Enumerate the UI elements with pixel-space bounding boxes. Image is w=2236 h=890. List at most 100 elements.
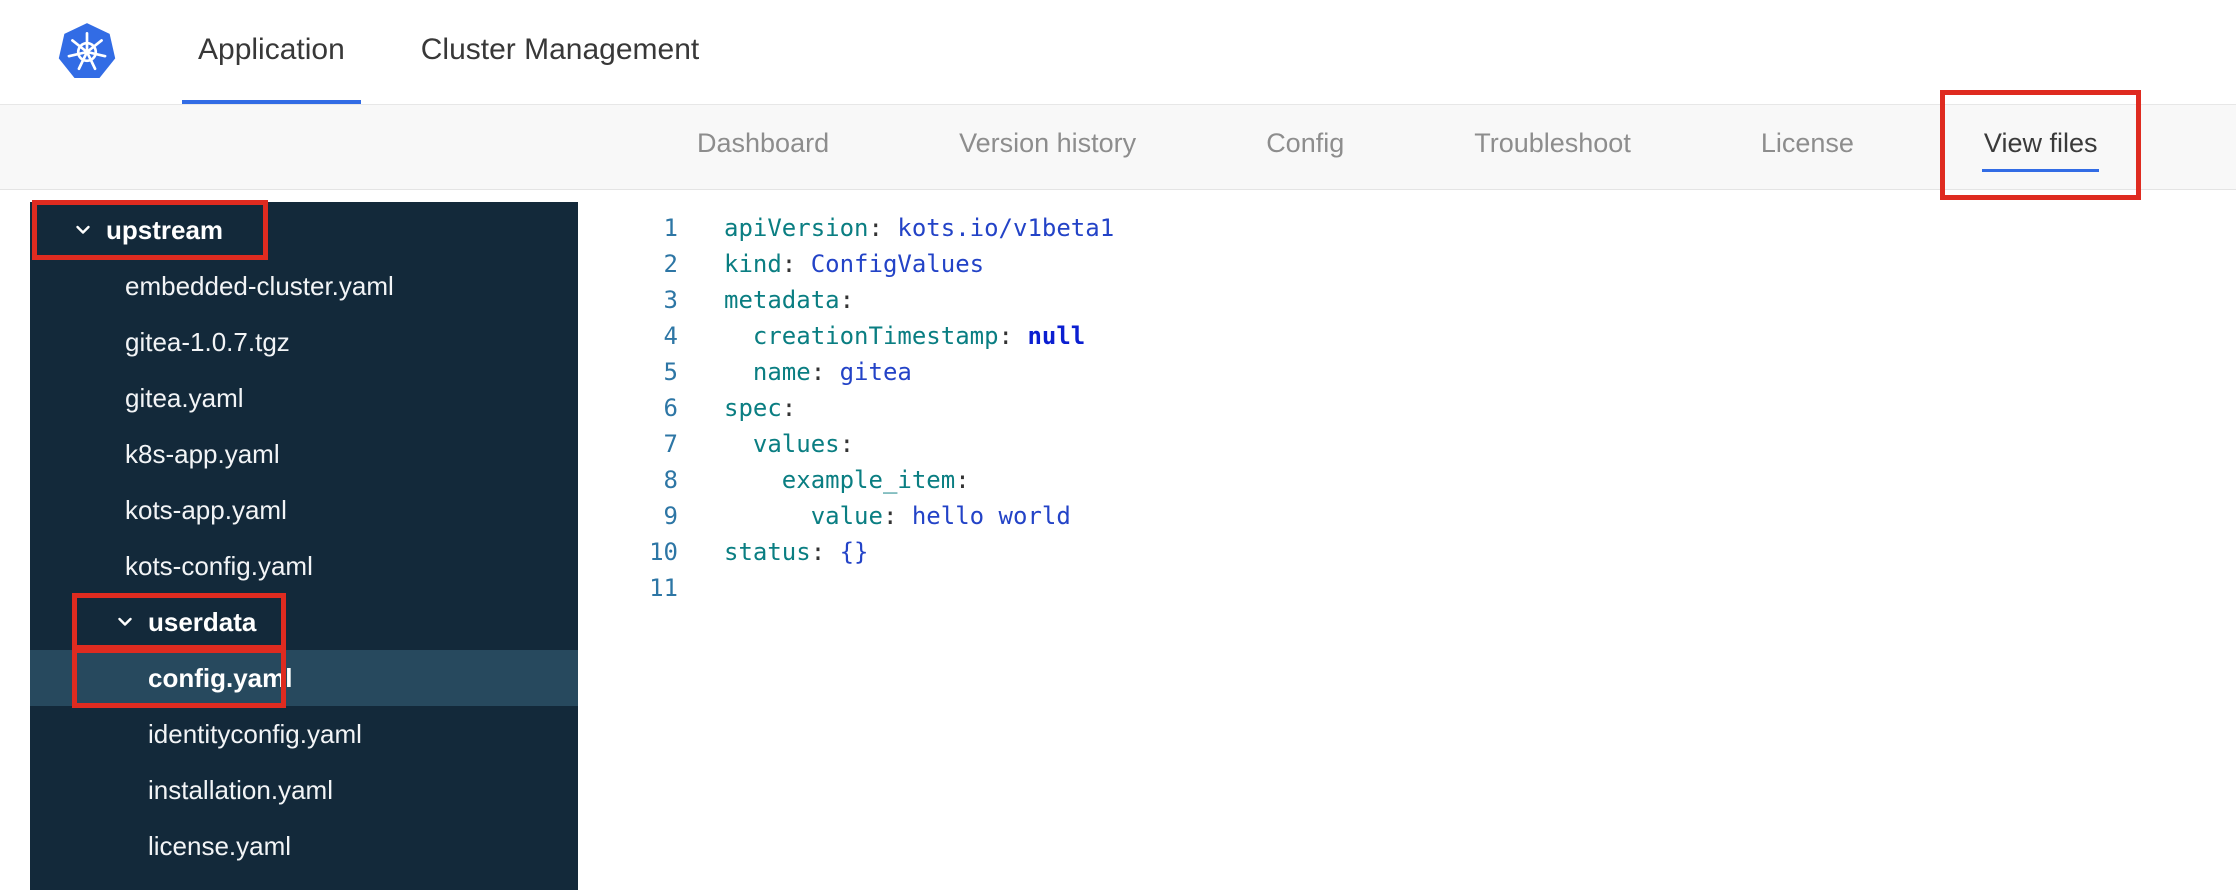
line-number: 6 (663, 394, 678, 422)
nav-tab-troubleshoot[interactable]: Troubleshoot (1472, 122, 1633, 172)
token-punct: : (839, 286, 855, 314)
token-key: status (724, 538, 811, 566)
file-identityconfig-yaml[interactable]: identityconfig.yaml (30, 706, 578, 762)
nav-tab-license[interactable]: License (1759, 122, 1856, 172)
file-kots-config-yaml[interactable]: kots-config.yaml (30, 538, 578, 594)
kubernetes-logo-icon (58, 23, 116, 79)
line-number: 10 (649, 538, 678, 566)
token-punct: : (781, 250, 811, 278)
tree-item-label: embedded-cluster.yaml (125, 270, 394, 301)
file-license-yaml[interactable]: license.yaml (30, 818, 578, 874)
nav-tab-config[interactable]: Config (1264, 122, 1346, 172)
file-tree: upstream embedded-cluster.yaml gitea-1.0.7… (30, 200, 578, 890)
tree-item-label: k8s-app.yaml (125, 438, 280, 469)
token-punct: : (810, 358, 840, 386)
token-punct: : (839, 430, 855, 458)
code-line: values: (724, 426, 1114, 462)
tree-item-label: upstream (106, 214, 224, 245)
tree-item-label: userdata (148, 606, 257, 637)
code-line: creationTimestamp: null (724, 318, 1114, 354)
tree-item-label: installation.yaml (148, 774, 333, 805)
file-kots-app-yaml[interactable]: kots-app.yaml (30, 482, 578, 538)
token-punct: : (998, 322, 1028, 350)
line-number: 4 (663, 322, 678, 350)
file-editor: 1 2 3 4 5 6 7 8 9 10 11 apiVersion: kots.io/v1beta… (578, 202, 2236, 890)
nav-tab-label: Dashboard (697, 128, 830, 158)
line-number: 11 (649, 574, 678, 602)
line-number: 8 (663, 466, 678, 494)
tree-item-label: gitea-1.0.7.tgz (125, 326, 290, 357)
line-number-gutter: 1 2 3 4 5 6 7 8 9 10 11 (578, 210, 678, 890)
tree-item-label: identityconfig.yaml (148, 718, 362, 749)
nav-tab-label: License (1760, 128, 1854, 158)
code-line: example_item: (724, 462, 1114, 498)
code-line: name: gitea (724, 354, 1114, 390)
tree-item-label: config.yaml (148, 662, 293, 693)
app-subnav: Dashboard Version history Config Troublesho… (0, 90, 2236, 200)
folder-upstream[interactable]: upstream (30, 200, 578, 260)
token-value: ConfigValues (810, 250, 985, 278)
nav-tab-view-files[interactable]: View files (1939, 90, 2142, 200)
header-tabs: Application Cluster Management (182, 0, 715, 104)
token-key: metadata (724, 286, 840, 314)
token-key: name (752, 358, 811, 386)
folder-userdata[interactable]: userdata (30, 593, 578, 650)
file-config-yaml[interactable]: config.yaml (30, 648, 578, 708)
token-key: spec (724, 394, 782, 422)
code-line: metadata: (724, 282, 1114, 318)
token-punct: : (882, 502, 912, 530)
code-line: spec: (724, 390, 1114, 426)
line-number: 5 (663, 358, 678, 386)
token-keyword: null (1027, 322, 1086, 350)
nav-tab-label: Troubleshoot (1474, 128, 1631, 158)
token-key: value (810, 502, 883, 530)
file-gitea-1-0-7-tgz[interactable]: gitea-1.0.7.tgz (30, 314, 578, 370)
token-value: {} (839, 538, 869, 566)
line-number: 3 (663, 286, 678, 314)
code-line: status: {} (724, 534, 1114, 570)
content-area: upstream embedded-cluster.yaml gitea-1.0.7… (0, 190, 2236, 890)
token-punct: : (955, 466, 970, 494)
line-number: 7 (663, 430, 678, 458)
line-number: 9 (663, 502, 678, 530)
token-value: hello world (911, 502, 1071, 530)
code-line: apiVersion: kots.io/v1beta1 (724, 210, 1114, 246)
token-key: creationTimestamp (752, 322, 999, 350)
file-gitea-yaml[interactable]: gitea.yaml (30, 370, 578, 426)
line-number: 1 (663, 214, 678, 242)
header-tab-cluster-management[interactable]: Cluster Management (405, 0, 715, 104)
nav-tab-version-history[interactable]: Version history (957, 122, 1138, 172)
token-punct: : (810, 538, 840, 566)
token-value: kots.io/v1beta1 (897, 214, 1115, 242)
token-punct: : (781, 394, 797, 422)
file-installation-yaml[interactable]: installation.yaml (30, 762, 578, 818)
token-value: gitea (839, 358, 912, 386)
nav-tab-label: View files (1983, 128, 2098, 158)
chevron-down-icon (118, 617, 132, 626)
header-tab-application[interactable]: Application (182, 0, 361, 104)
app-logo[interactable] (56, 0, 118, 104)
tree-item-label: license.yaml (148, 830, 292, 861)
nav-tab-label: Config (1266, 128, 1345, 158)
nav-tab-label: Version history (959, 128, 1137, 158)
code-line: kind: ConfigValues (724, 246, 1114, 282)
chevron-down-icon (76, 225, 90, 234)
token-key: kind (724, 250, 782, 278)
file-embedded-cluster-yaml[interactable]: embedded-cluster.yaml (30, 258, 578, 314)
code-area[interactable]: apiVersion: kots.io/v1beta1 kind: ConfigV… (724, 210, 1114, 890)
line-number: 2 (663, 250, 678, 278)
tree-item-label: kots-config.yaml (125, 550, 313, 581)
file-k8s-app-yaml[interactable]: k8s-app.yaml (30, 426, 578, 482)
tree-item-label: kots-app.yaml (125, 494, 287, 525)
code-line: value: hello world (724, 498, 1114, 534)
token-punct: : (868, 214, 898, 242)
nav-tab-dashboard[interactable]: Dashboard (695, 122, 831, 172)
tree-item-label: gitea.yaml (125, 382, 244, 413)
app-header: Application Cluster Management (0, 0, 2236, 105)
